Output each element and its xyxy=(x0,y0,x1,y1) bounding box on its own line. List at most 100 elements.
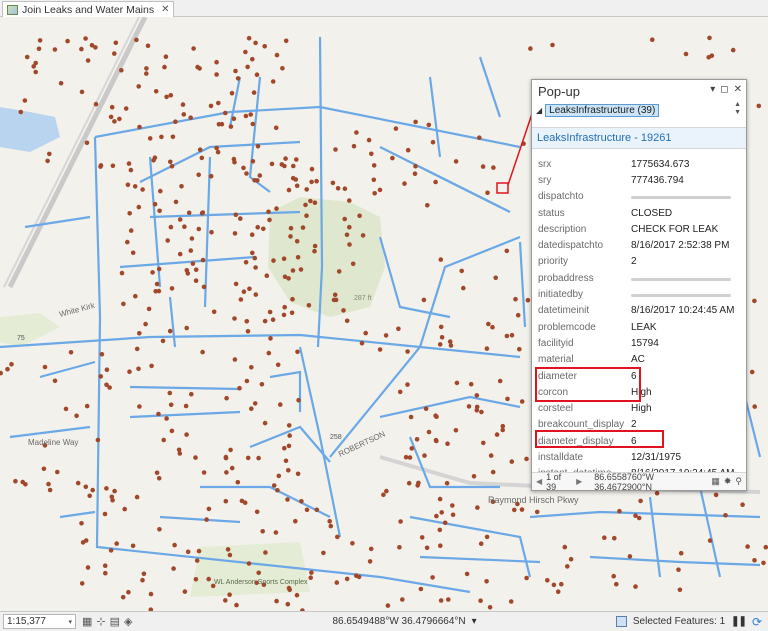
leak-point[interactable] xyxy=(79,521,84,526)
leak-point[interactable] xyxy=(327,519,333,524)
leak-point[interactable] xyxy=(334,580,340,585)
leak-point[interactable] xyxy=(478,541,484,546)
leak-point[interactable] xyxy=(229,90,235,96)
leak-point[interactable] xyxy=(130,543,136,549)
leak-point[interactable] xyxy=(403,454,409,460)
leak-point[interactable] xyxy=(740,502,745,508)
leak-point[interactable] xyxy=(223,498,229,504)
leak-point[interactable] xyxy=(713,492,719,498)
leak-point[interactable] xyxy=(83,36,88,41)
leak-point[interactable] xyxy=(756,103,762,109)
leak-point[interactable] xyxy=(194,558,200,563)
leak-point[interactable] xyxy=(206,576,211,582)
leak-point[interactable] xyxy=(494,432,500,437)
leak-point[interactable] xyxy=(253,292,259,297)
leak-point[interactable] xyxy=(266,350,272,356)
leak-point[interactable] xyxy=(749,369,755,375)
leak-point[interactable] xyxy=(335,186,341,191)
leak-point[interactable] xyxy=(752,558,757,563)
leak-point[interactable] xyxy=(288,225,294,231)
leak-point[interactable] xyxy=(287,433,293,438)
leak-point[interactable] xyxy=(237,385,242,391)
leak-point[interactable] xyxy=(397,545,402,550)
leak-point[interactable] xyxy=(439,510,445,515)
leak-point[interactable] xyxy=(229,465,235,471)
leak-point[interactable] xyxy=(397,389,403,395)
leak-point[interactable] xyxy=(98,374,104,379)
leak-point[interactable] xyxy=(47,487,53,493)
leak-point[interactable] xyxy=(421,297,427,303)
leak-point[interactable] xyxy=(251,90,257,95)
leak-point[interactable] xyxy=(160,338,166,344)
leak-point[interactable] xyxy=(309,166,315,172)
leak-point[interactable] xyxy=(211,309,217,315)
leak-point[interactable] xyxy=(254,72,260,77)
leak-point[interactable] xyxy=(321,550,326,556)
leak-point[interactable] xyxy=(383,333,389,338)
leak-point[interactable] xyxy=(484,534,490,540)
leak-point[interactable] xyxy=(393,126,399,131)
leak-point[interactable] xyxy=(368,546,374,552)
leak-point[interactable] xyxy=(344,232,350,238)
leak-point[interactable] xyxy=(104,382,109,388)
leak-point[interactable] xyxy=(108,114,114,120)
leak-point[interactable] xyxy=(390,155,395,161)
leak-point[interactable] xyxy=(245,455,251,461)
leak-point[interactable] xyxy=(153,89,159,94)
leak-point[interactable] xyxy=(188,115,193,120)
leak-point[interactable] xyxy=(84,140,90,146)
leak-point[interactable] xyxy=(197,66,202,71)
leak-point[interactable] xyxy=(169,286,175,291)
leak-point[interactable] xyxy=(158,188,163,194)
leak-point[interactable] xyxy=(183,403,189,409)
leak-point[interactable] xyxy=(282,304,288,310)
leak-point[interactable] xyxy=(177,251,183,257)
leak-point[interactable] xyxy=(232,357,238,362)
leak-point[interactable] xyxy=(264,273,270,279)
leak-point[interactable] xyxy=(438,257,444,262)
leak-point[interactable] xyxy=(269,161,275,167)
leak-point[interactable] xyxy=(134,346,140,352)
leak-point[interactable] xyxy=(285,601,291,607)
leak-point[interactable] xyxy=(707,538,713,543)
leak-point[interactable] xyxy=(438,543,443,548)
stereo-icon[interactable]: ◈ xyxy=(124,615,132,628)
chevron-down-icon[interactable]: ▾ xyxy=(68,618,72,626)
leak-point[interactable] xyxy=(109,494,115,500)
leak-point[interactable] xyxy=(127,369,132,375)
leak-point[interactable] xyxy=(730,47,736,53)
leak-point[interactable] xyxy=(418,586,424,592)
leak-point[interactable] xyxy=(199,155,205,161)
leak-point[interactable] xyxy=(256,455,261,461)
leak-point[interactable] xyxy=(434,414,439,420)
leak-point[interactable] xyxy=(134,494,140,500)
leak-point[interactable] xyxy=(216,100,221,106)
leak-point[interactable] xyxy=(119,270,125,276)
leak-point[interactable] xyxy=(140,577,145,583)
leak-point[interactable] xyxy=(275,362,281,368)
leak-point[interactable] xyxy=(366,137,372,143)
leak-point[interactable] xyxy=(144,66,149,71)
leak-point[interactable] xyxy=(255,143,261,149)
leak-point[interactable] xyxy=(13,478,18,484)
leak-point[interactable] xyxy=(344,576,350,582)
leak-point[interactable] xyxy=(565,564,570,569)
leak-point[interactable] xyxy=(113,40,119,46)
leak-point[interactable] xyxy=(299,499,304,504)
tab-map-view[interactable]: Join Leaks and Water Mains ✕ xyxy=(2,1,175,17)
leak-point[interactable] xyxy=(267,309,273,315)
leak-point[interactable] xyxy=(137,404,142,409)
leak-point[interactable] xyxy=(112,488,117,494)
leak-point[interactable] xyxy=(89,43,95,48)
leak-point[interactable] xyxy=(63,406,69,412)
leak-point[interactable] xyxy=(723,513,728,518)
leak-point[interactable] xyxy=(524,456,529,462)
leak-point[interactable] xyxy=(154,470,160,476)
leak-point[interactable] xyxy=(438,324,444,330)
leak-point[interactable] xyxy=(134,37,139,43)
close-icon[interactable]: ✕ xyxy=(161,4,169,15)
leak-point[interactable] xyxy=(84,403,90,409)
leak-point[interactable] xyxy=(328,523,334,529)
leak-point[interactable] xyxy=(683,51,689,57)
leak-point[interactable] xyxy=(208,103,214,109)
